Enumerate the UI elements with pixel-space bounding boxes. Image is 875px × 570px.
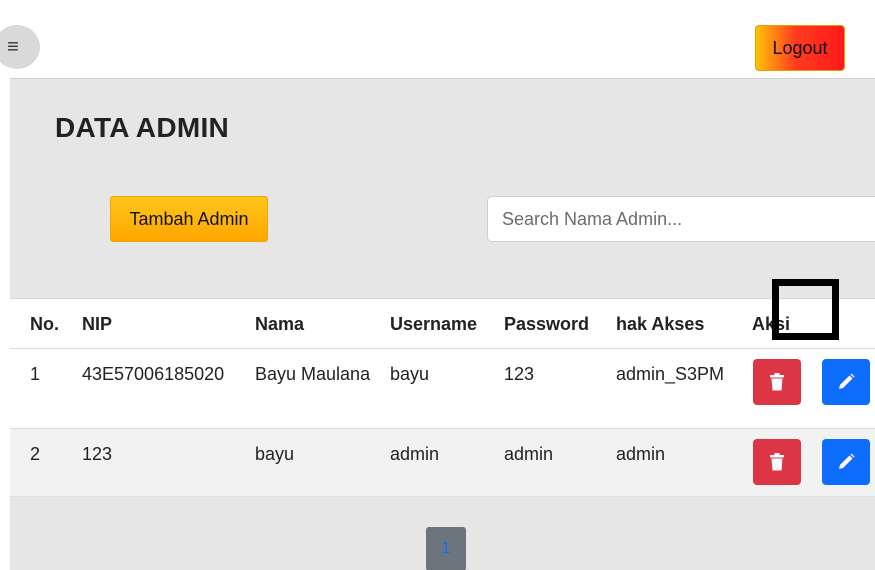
delete-button[interactable] <box>753 439 801 485</box>
cell-nama: bayu <box>255 444 295 464</box>
cell-password: admin <box>504 444 554 464</box>
hamburger-icon: ≡ <box>7 35 19 58</box>
cell-nip: 123 <box>82 444 113 464</box>
column-header-nama: Nama <box>255 314 305 334</box>
table-row: 2 123 bayu admin admin admin <box>10 429 875 497</box>
sidebar-toggle-button[interactable]: ≡ <box>0 25 40 69</box>
pencil-icon <box>839 373 855 389</box>
logout-button[interactable]: Logout <box>755 25 845 71</box>
content-panel: DATA ADMIN Tambah Admin No. NIP Nama Use… <box>10 78 875 570</box>
trash-icon <box>770 373 784 391</box>
highlight-box <box>772 279 839 340</box>
cell-hak-akses: admin <box>616 444 666 464</box>
cell-password: 123 <box>504 364 535 384</box>
column-header-username: Username <box>390 314 478 334</box>
column-header-no: No. <box>30 314 59 334</box>
table-header-row: No. NIP Nama Username Password hak Akses… <box>10 299 875 349</box>
cell-nama: Bayu Maulana <box>255 364 371 384</box>
cell-nip: 43E57006185020 <box>82 364 225 384</box>
edit-button[interactable] <box>822 359 870 405</box>
search-input[interactable] <box>487 196 875 242</box>
column-header-nip: NIP <box>82 314 113 334</box>
pencil-icon <box>839 453 855 469</box>
cell-username: bayu <box>390 364 430 384</box>
delete-button[interactable] <box>753 359 801 405</box>
admin-table: No. NIP Nama Username Password hak Akses… <box>10 298 875 497</box>
add-admin-button[interactable]: Tambah Admin <box>110 196 268 242</box>
page-title: DATA ADMIN <box>55 112 230 143</box>
trash-icon <box>770 453 784 471</box>
table-row: 1 43E57006185020 Bayu Maulana bayu 123 a… <box>10 349 875 429</box>
cell-username: admin <box>390 444 440 464</box>
cell-no: 1 <box>30 364 41 384</box>
pagination-page-button[interactable]: 1 <box>426 527 466 570</box>
column-header-hak-akses: hak Akses <box>616 314 705 334</box>
cell-no: 2 <box>30 444 41 464</box>
edit-button[interactable] <box>822 439 870 485</box>
cell-hak-akses: admin_S3PM <box>616 364 725 384</box>
column-header-password: Password <box>504 314 590 334</box>
top-navbar: ≡ Logout <box>0 0 875 78</box>
